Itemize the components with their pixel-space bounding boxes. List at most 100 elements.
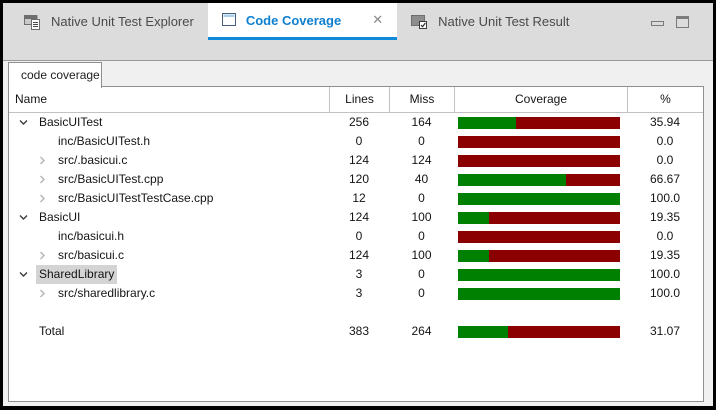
table-row[interactable]: SharedLibrary 3 0 100.0 — [9, 265, 703, 284]
row-name: src/.basicui.c — [55, 151, 130, 170]
chevron-box[interactable] — [37, 230, 50, 243]
table-row[interactable]: src/BasicUITestTestCase.cpp 12 0 100.0 — [9, 189, 703, 208]
test-result-icon — [411, 14, 429, 30]
coverage-bar — [458, 212, 620, 224]
total-label: Total — [36, 322, 67, 341]
chevron-box[interactable] — [37, 249, 50, 262]
column-header-name[interactable]: Name — [9, 87, 329, 112]
percent-value: 19.35 — [627, 208, 703, 227]
coverage-bar — [458, 155, 620, 167]
percent-value: 0.0 — [627, 227, 703, 246]
chevron-box[interactable] — [18, 211, 31, 224]
miss-value: 100 — [389, 246, 454, 265]
chevron-box[interactable] — [18, 268, 31, 281]
chevron-box[interactable] — [37, 154, 50, 167]
tab-label: Native Unit Test Result — [438, 14, 569, 29]
chevron-box[interactable] — [37, 173, 50, 186]
chevron-box[interactable] — [37, 287, 50, 300]
tab-label: Native Unit Test Explorer — [51, 14, 194, 29]
chevron-right-icon — [37, 193, 48, 204]
chevron-box[interactable] — [37, 192, 50, 205]
chevron-box[interactable] — [18, 116, 31, 129]
tool-window: Native Unit Test Explorer Code Coverage … — [0, 0, 716, 410]
table-body: BasicUITest 256 164 35.94 inc/BasicUITes… — [9, 113, 703, 303]
window-controls — [651, 3, 689, 40]
miss-value: 0 — [389, 189, 454, 208]
row-name: src/sharedlibrary.c — [55, 284, 158, 303]
table-row[interactable]: src/sharedlibrary.c 3 0 100.0 — [9, 284, 703, 303]
lines-value: 256 — [329, 113, 389, 132]
percent-value: 100.0 — [627, 265, 703, 284]
chevron-right-icon — [37, 155, 48, 166]
percent-value: 19.35 — [627, 246, 703, 265]
total-lines-value: 383 — [329, 322, 389, 341]
column-header-lines[interactable]: Lines — [329, 87, 389, 112]
lines-value: 0 — [329, 227, 389, 246]
total-coverage-bar — [458, 326, 620, 338]
row-name: src/BasicUITest.cpp — [55, 170, 166, 189]
column-header-miss[interactable]: Miss — [389, 87, 454, 112]
coverage-table: Name Lines Miss Coverage % BasicUITest 2… — [8, 86, 704, 402]
table-row[interactable]: BasicUI 124 100 19.35 — [9, 208, 703, 227]
lines-value: 0 — [329, 132, 389, 151]
code-coverage-icon — [222, 13, 237, 27]
chevron-right-icon — [37, 288, 48, 299]
lines-value: 3 — [329, 265, 389, 284]
chevron-placeholder — [18, 325, 31, 338]
chevron-down-icon — [18, 117, 29, 128]
lines-value: 124 — [329, 151, 389, 170]
maximize-icon[interactable] — [676, 16, 689, 28]
percent-value: 0.0 — [627, 151, 703, 170]
miss-value: 124 — [389, 151, 454, 170]
tab-code-coverage[interactable]: Code Coverage ✕ — [208, 3, 397, 40]
coverage-bar — [458, 193, 620, 205]
row-name: src/basicui.c — [55, 246, 127, 265]
row-spacer — [9, 303, 703, 322]
tab-native-unit-test-explorer[interactable]: Native Unit Test Explorer — [10, 3, 208, 40]
chevron-box[interactable] — [37, 135, 50, 148]
chevron-right-icon — [37, 174, 48, 185]
percent-value: 66.67 — [627, 170, 703, 189]
total-row[interactable]: Total 383 264 31.07 — [9, 322, 703, 341]
tab-code-coverage-page[interactable]: code coverage — [8, 62, 102, 88]
table-row[interactable]: BasicUITest 256 164 35.94 — [9, 113, 703, 132]
miss-value: 0 — [389, 227, 454, 246]
row-name: src/BasicUITestTestCase.cpp — [55, 189, 216, 208]
table-row[interactable]: src/.basicui.c 124 124 0.0 — [9, 151, 703, 170]
tab-label: Code Coverage — [246, 13, 341, 28]
lines-value: 12 — [329, 189, 389, 208]
coverage-bar — [458, 117, 620, 129]
lines-value: 124 — [329, 246, 389, 265]
chevron-down-icon — [18, 212, 29, 223]
percent-value: 0.0 — [627, 132, 703, 151]
lines-value: 3 — [329, 284, 389, 303]
coverage-panel: code coverage Name Lines Miss Coverage %… — [3, 60, 713, 406]
table-row[interactable]: inc/BasicUITest.h 0 0 0.0 — [9, 132, 703, 151]
miss-value: 0 — [389, 132, 454, 151]
total-miss-value: 264 — [389, 322, 454, 341]
tab-native-unit-test-result[interactable]: Native Unit Test Result — [397, 3, 583, 40]
miss-value: 0 — [389, 265, 454, 284]
lines-value: 120 — [329, 170, 389, 189]
column-header-coverage[interactable]: Coverage — [454, 87, 627, 112]
row-name: inc/basicui.h — [55, 227, 127, 246]
column-header-percent[interactable]: % — [627, 87, 703, 112]
chevron-down-icon — [18, 269, 29, 280]
document-tab-bar: Native Unit Test Explorer Code Coverage … — [3, 3, 713, 40]
close-icon[interactable]: ✕ — [372, 12, 383, 28]
total-percent-value: 31.07 — [627, 322, 703, 341]
table-header: Name Lines Miss Coverage % — [9, 87, 703, 113]
table-row[interactable]: src/BasicUITest.cpp 120 40 66.67 — [9, 170, 703, 189]
table-row[interactable]: inc/basicui.h 0 0 0.0 — [9, 227, 703, 246]
lines-value: 124 — [329, 208, 389, 227]
coverage-bar — [458, 269, 620, 281]
row-name: BasicUI — [36, 208, 83, 227]
miss-value: 164 — [389, 113, 454, 132]
table-row[interactable]: src/basicui.c 124 100 19.35 — [9, 246, 703, 265]
miss-value: 40 — [389, 170, 454, 189]
percent-value: 100.0 — [627, 189, 703, 208]
miss-value: 100 — [389, 208, 454, 227]
minimize-icon[interactable] — [651, 21, 664, 26]
row-name: SharedLibrary — [36, 265, 117, 284]
coverage-bar — [458, 231, 620, 243]
